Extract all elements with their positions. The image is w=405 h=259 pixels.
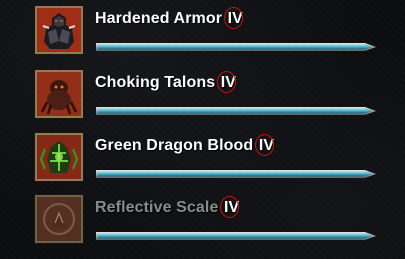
skill-row-reflective-scale[interactable]: Reflective Scale IV (0, 195, 405, 253)
xp-progress-bar (95, 229, 377, 243)
skill-name-text: Hardened Armor (95, 10, 223, 27)
skill-name: Choking Talons IV (95, 71, 236, 93)
skill-name-text: Green Dragon Blood (95, 137, 254, 154)
skill-name: Green Dragon Blood IV (95, 134, 274, 156)
xp-progress-bar (95, 40, 377, 54)
rank-highlight-circle (223, 7, 243, 29)
xp-bar-fill (98, 108, 372, 114)
skill-name: Hardened Armor IV (95, 7, 243, 29)
dragon-blood-icon[interactable] (35, 133, 83, 181)
xp-progress-bar (95, 167, 377, 181)
rank-highlight-circle (254, 134, 274, 156)
skill-name: Reflective Scale IV (95, 196, 239, 218)
skill-name-text: Reflective Scale (95, 199, 219, 216)
rank-highlight-circle (220, 196, 239, 218)
reflective-scale-icon[interactable] (35, 195, 83, 243)
skill-row-green-dragon-blood[interactable]: Green Dragon Blood IV (0, 133, 405, 191)
talons-creature-icon[interactable] (35, 70, 83, 118)
skill-list: Hardened Armor IV Choking Talons IV Gree… (0, 0, 405, 259)
xp-bar-fill (98, 233, 372, 239)
skill-row-hardened-armor[interactable]: Hardened Armor IV (0, 6, 405, 64)
rank-highlight-circle (216, 71, 236, 93)
skill-name-text: Choking Talons (95, 74, 216, 91)
skill-rank: IV (223, 7, 243, 29)
armored-knight-icon[interactable] (35, 6, 83, 54)
xp-bar-fill (98, 44, 372, 50)
skill-rank: IV (220, 196, 239, 218)
skill-rank: IV (254, 134, 274, 156)
xp-progress-bar (95, 104, 377, 118)
xp-bar-fill (98, 171, 372, 177)
skill-rank: IV (216, 71, 236, 93)
skill-row-choking-talons[interactable]: Choking Talons IV (0, 70, 405, 128)
